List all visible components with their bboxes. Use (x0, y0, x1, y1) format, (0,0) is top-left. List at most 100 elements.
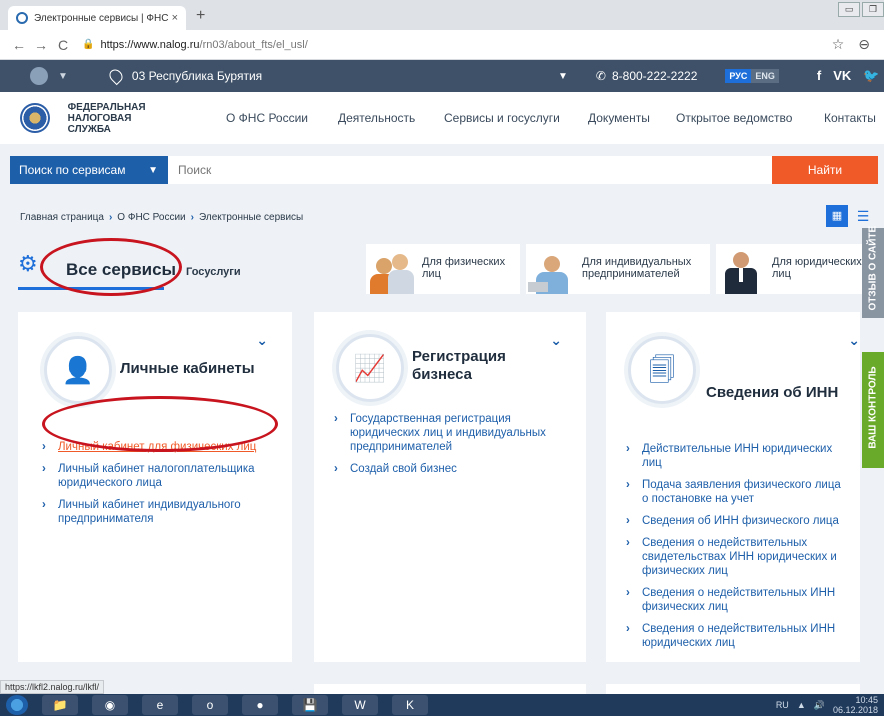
link-invalid-certificates[interactable]: › Сведения о недействительных свидетельст… (626, 536, 848, 578)
annotation-oval-all-services (40, 238, 182, 296)
brand-name[interactable]: ФЕДЕРАЛЬНАЯ НАЛОГОВАЯ СЛУЖБА (68, 102, 176, 135)
chevron-right-icon: › (190, 212, 194, 223)
breadcrumb-home[interactable]: Главная страница (20, 212, 104, 223)
chevron-right-icon: › (108, 212, 113, 223)
list-view-icon[interactable]: ☰ (852, 205, 874, 227)
chevron-right-icon: › (42, 499, 46, 511)
minimize-icon[interactable]: ▭ (838, 2, 860, 17)
link-lk-legal[interactable]: › Личный кабинет налогоплательщика юридич… (42, 462, 276, 490)
chevron-right-icon: › (42, 441, 46, 453)
link-text: Действительные ИНН юридических лиц (642, 443, 833, 469)
search-scope-dropdown[interactable]: Поиск по сервисам ▼ (10, 156, 168, 184)
bookmark-star-icon[interactable]: ☆ (832, 36, 845, 53)
input-language[interactable]: RU (776, 700, 789, 710)
url-host: https://www.nalog.ru (100, 38, 200, 51)
profile-icon[interactable]: ⊖ (858, 36, 870, 53)
site-topbar: ▼ 03 Республика Бурятия ▼ ✆ 8-800-222-22… (0, 60, 884, 92)
new-tab-button[interactable]: + (196, 7, 205, 25)
volume-icon[interactable]: 🔊 (814, 700, 825, 711)
card-next-row (606, 684, 860, 694)
browser-tab[interactable]: Электронные сервисы | ФНС Ро × (8, 6, 186, 30)
reload-button[interactable]: C (52, 37, 74, 53)
chevron-down-icon: ▼ (148, 164, 158, 176)
link-invalid-inn-legal[interactable]: › Сведения о недействительных ИНН юридиче… (626, 622, 848, 650)
chevron-down-icon[interactable]: ⌄ (256, 332, 268, 349)
card-next-row (314, 684, 586, 694)
tab-individuals[interactable]: Для физических лиц (366, 244, 520, 294)
search-scope-label: Поиск по сервисам (19, 163, 126, 177)
tab-entrepreneurs[interactable]: Для индивидуальных предпринимателей (526, 244, 710, 294)
clock[interactable]: 10:45 06.12.2018 (833, 695, 878, 715)
breadcrumb: Главная страница › О ФНС России › Электр… (20, 212, 303, 223)
individuals-line-1: Для физических (422, 256, 506, 268)
chevron-right-icon: › (626, 479, 630, 491)
nav-open-agency[interactable]: Открытое ведомство (676, 111, 824, 125)
search-button[interactable]: Найти (772, 156, 878, 184)
save-icon[interactable]: 💾 (292, 695, 328, 715)
chevron-down-icon[interactable]: ▼ (58, 71, 68, 82)
legal-line-1: Для юридических (772, 256, 862, 268)
chevron-down-icon[interactable]: ⌄ (848, 332, 860, 349)
emblem-icon[interactable] (30, 67, 48, 85)
site-favicon-icon (16, 12, 28, 24)
link-text: Подача заявления физического лица о пост… (642, 479, 841, 505)
region-selector[interactable]: 03 Республика Бурятия ▼ (106, 66, 568, 86)
url-field[interactable]: 🔒 https://www.nalog.ru/rn03/about_fts/el… (74, 34, 832, 56)
link-invalid-inn-individuals[interactable]: › Сведения о недействительных ИНН физичес… (626, 586, 848, 614)
nav-services[interactable]: Сервисы и госуслуги (444, 111, 588, 125)
nav-documents[interactable]: Документы (588, 111, 676, 125)
language-switch: РУС ENG (725, 69, 779, 83)
chevron-down-icon[interactable]: ⌄ (550, 332, 562, 349)
card-inn-info: ⌄ 🗐 Сведения об ИНН › Действительные ИНН … (606, 312, 860, 662)
facebook-icon[interactable]: f (817, 68, 821, 84)
grid-view-icon[interactable]: ▦ (826, 205, 848, 227)
link-lk-entrepreneur[interactable]: › Личный кабинет индивидуального предприн… (42, 498, 276, 526)
feedback-tab-label: ОТЗЫВ О САЙТЕ (867, 225, 879, 311)
individuals-line-2: лиц (422, 268, 441, 280)
lang-ru[interactable]: РУС (725, 69, 752, 83)
link-inn-individual[interactable]: › Сведения об ИНН физического лица (626, 514, 848, 528)
link-text: Сведения о недействительных свидетельств… (642, 537, 837, 577)
link-text: Личный кабинет индивидуального предприни… (58, 499, 241, 525)
forward-button[interactable]: → (30, 37, 52, 53)
tray-arrow-icon[interactable]: ▲ (797, 700, 806, 710)
card-title-line-1: Регистрация (412, 348, 506, 365)
window-controls: ▭ ❐ (838, 2, 884, 17)
twitter-icon[interactable]: 🐦 (863, 68, 879, 84)
nav-contacts[interactable]: Контакты (824, 111, 884, 125)
fns-logo-icon[interactable] (20, 103, 50, 133)
firefox-icon[interactable]: ● (242, 695, 278, 715)
chevron-right-icon: › (334, 463, 338, 475)
phone-icon: ✆ (595, 69, 606, 83)
vk-icon[interactable]: VK (833, 68, 851, 84)
link-valid-inn-legal[interactable]: › Действительные ИНН юридических лиц (626, 442, 848, 470)
search-input[interactable] (178, 156, 738, 184)
breadcrumb-about[interactable]: О ФНС России (117, 212, 185, 223)
ie-icon[interactable]: e (142, 695, 178, 715)
restore-icon[interactable]: ❐ (862, 2, 884, 17)
main-nav: О ФНС России Деятельность Сервисы и госу… (226, 111, 884, 125)
nav-activity[interactable]: Деятельность (338, 111, 444, 125)
chrome-icon[interactable]: ◉ (92, 695, 128, 715)
back-button[interactable]: ← (8, 37, 30, 53)
link-state-registration[interactable]: › Государственная регистрация юридических… (334, 412, 574, 454)
explorer-icon[interactable]: 📁 (42, 695, 78, 715)
lang-en[interactable]: ENG (751, 69, 779, 83)
tab-legal-entities[interactable]: Для юридических лиц (716, 244, 866, 294)
entrepreneurs-line-2: предпринимателей (582, 268, 680, 280)
tab-close-icon[interactable]: × (172, 12, 178, 24)
individuals-photo (366, 244, 416, 294)
nav-about[interactable]: О ФНС России (226, 111, 338, 125)
link-apply-registration[interactable]: › Подача заявления физического лица о пос… (626, 478, 848, 506)
tab-gosuslugi[interactable]: Госуслуги (186, 266, 241, 278)
app-icon[interactable]: K (392, 695, 428, 715)
start-button[interactable] (6, 695, 28, 715)
control-side-tab[interactable]: ВАШ КОНТРОЛЬ (862, 352, 884, 468)
system-tray: RU ▲ 🔊 10:45 06.12.2018 (776, 695, 884, 715)
outlook-icon[interactable]: o (192, 695, 228, 715)
hotline[interactable]: ✆ 8-800-222-2222 (596, 69, 697, 83)
word-icon[interactable]: W (342, 695, 378, 715)
social-links: f VK 🐦 (817, 68, 880, 84)
feedback-side-tab[interactable]: ОТЗЫВ О САЙТЕ (862, 225, 884, 318)
link-create-business[interactable]: › Создай свой бизнес (334, 462, 574, 476)
